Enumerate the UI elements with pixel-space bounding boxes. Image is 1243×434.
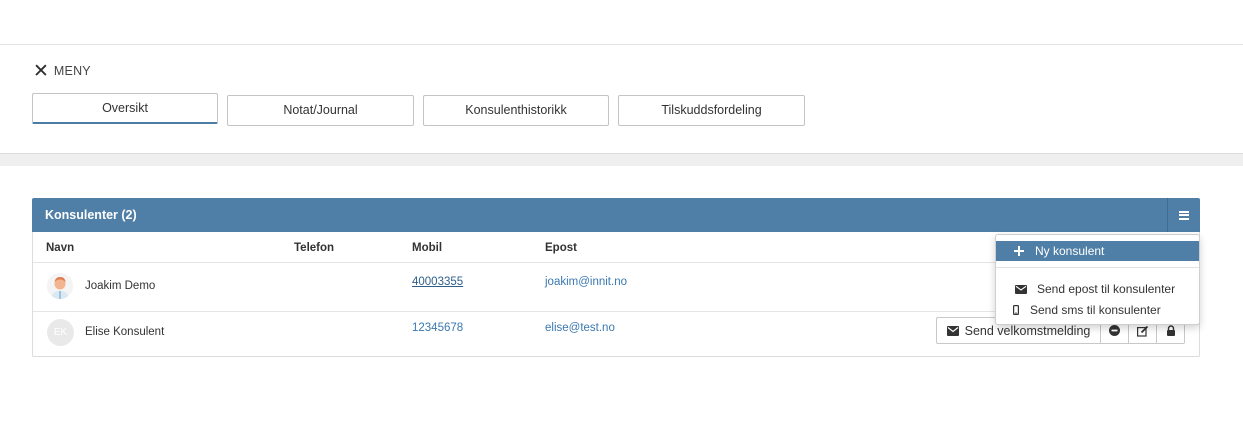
avatar-photo-icon	[47, 273, 73, 299]
tab-tilskuddsfordeling[interactable]: Tilskuddsfordeling	[618, 95, 805, 126]
edit-icon	[1136, 325, 1148, 337]
tab-oversikt[interactable]: Oversikt	[32, 93, 218, 124]
panel-header: Konsulenter (2)	[32, 198, 1200, 232]
menu-item-send-email[interactable]: Send epost til konsulenter	[996, 279, 1199, 299]
consultant-name: Joakim Demo	[85, 280, 156, 292]
menu-item-label: Send sms til konsulenter	[1030, 303, 1161, 317]
section-band	[0, 153, 1243, 166]
panel-title: Konsulenter (2)	[45, 208, 137, 222]
plus-icon	[1012, 246, 1026, 256]
envelope-icon	[946, 325, 959, 336]
column-header-epost: Epost	[545, 242, 577, 254]
consultant-name: Elise Konsulent	[85, 326, 165, 338]
consultant-mobile-link[interactable]: 12345678	[412, 322, 463, 334]
avatar-initials: EK	[47, 319, 74, 346]
consultant-mobile-link[interactable]: 40003355	[412, 276, 463, 288]
tab-notat-journal[interactable]: Notat/Journal	[227, 95, 414, 126]
menu-item-send-sms[interactable]: Send sms til konsulenter	[996, 300, 1199, 320]
menu-toggle[interactable]: ✕ MENY	[33, 59, 91, 82]
close-icon: ✕	[33, 59, 49, 82]
send-welcome-label: Send velkomstmelding	[964, 323, 1091, 338]
menu-item-new-consultant[interactable]: Ny konsulent	[996, 241, 1199, 261]
hamburger-icon	[1179, 210, 1189, 220]
panel-dropdown-menu: Ny konsulent Send epost til konsulenter …	[995, 234, 1200, 325]
consultant-email-link[interactable]: joakim@innit.no	[545, 276, 627, 288]
lock-icon	[1166, 325, 1175, 336]
mobile-icon	[1011, 305, 1021, 315]
menu-item-label: Send epost til konsulenter	[1037, 282, 1176, 296]
panel-menu-button[interactable]	[1167, 198, 1200, 232]
menu-divider	[996, 267, 1199, 268]
column-header-mobil: Mobil	[412, 242, 443, 254]
tab-konsulenthistorikk[interactable]: Konsulenthistorikk	[423, 95, 609, 126]
top-divider	[0, 44, 1243, 45]
column-header-navn: Navn	[46, 242, 75, 254]
column-header-telefon: Telefon	[294, 242, 335, 254]
menu-label: MENY	[53, 64, 91, 78]
avatar	[47, 273, 73, 299]
envelope-icon	[1014, 284, 1028, 294]
minus-circle-icon	[1109, 325, 1120, 336]
consultant-email-link[interactable]: elise@test.no	[545, 322, 615, 334]
menu-item-label: Ny konsulent	[1035, 244, 1105, 258]
